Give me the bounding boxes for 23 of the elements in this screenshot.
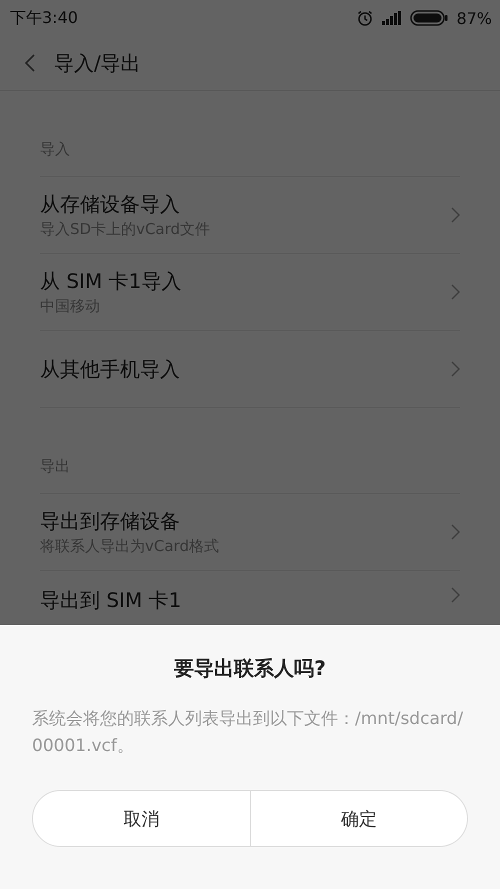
item-title: 从存储设备导入 (40, 191, 181, 218)
chevron-icon (451, 361, 460, 377)
chevron-icon (451, 284, 460, 300)
dialog-message: 系统会将您的联系人列表导出到以下文件：/mnt/sdcard/00001.vcf。 (32, 708, 464, 758)
battery-percent: 87% (456, 8, 492, 28)
signal-icon (382, 11, 402, 25)
item-title: 从其他手机导入 (40, 356, 180, 382)
page-title: 导入/导出 (54, 50, 141, 76)
battery-icon (410, 10, 448, 26)
item-title: 导出到 SIM 卡1 (40, 587, 182, 614)
dialog-title: 要导出联系人吗? (173, 655, 327, 682)
back-icon[interactable] (24, 53, 36, 73)
chevron-icon (451, 207, 460, 223)
chevron-icon (451, 524, 460, 540)
item-title: 从 SIM 卡1导入 (40, 268, 182, 295)
alarm-clock-icon (356, 9, 374, 27)
item-title: 导出到存储设备 (40, 508, 181, 535)
status-time: 下午3:40 (10, 8, 78, 28)
list-item[interactable]: 导出到 SIM 卡1 (40, 571, 460, 648)
list-item[interactable]: 从其他手机导入 (40, 331, 460, 408)
dialog-button[interactable]: 确定 (250, 790, 468, 847)
dialog-button[interactable]: 取消 (32, 790, 250, 847)
chevron-icon (451, 587, 460, 603)
